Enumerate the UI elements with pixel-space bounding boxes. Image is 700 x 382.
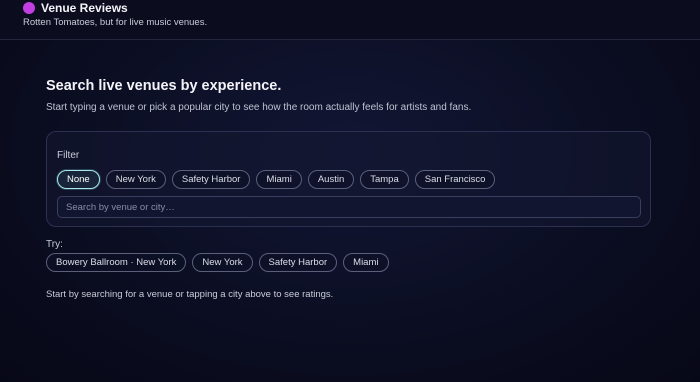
try-suggestions: Bowery Ballroom · New York New York Safe… (46, 253, 389, 272)
suggestion-chip-miami[interactable]: Miami (343, 253, 389, 272)
filter-chip-safety-harbor[interactable]: Safety Harbor (171, 170, 251, 189)
filter-chip-row: None New York Safety Harbor Miami Austin… (57, 170, 496, 189)
logo-icon (23, 2, 35, 14)
try-label: Try: (46, 239, 63, 250)
filter-chip-none[interactable]: None (57, 170, 100, 189)
filter-chip-new-york[interactable]: New York (105, 170, 166, 189)
filter-card: Filter None New York Safety Harbor Miami… (46, 131, 651, 227)
filter-label: Filter (57, 150, 80, 161)
filter-chip-austin[interactable]: Austin (307, 170, 355, 189)
search-input[interactable] (57, 196, 641, 218)
page-headline: Search live venues by experience. (46, 78, 282, 94)
filter-chip-miami[interactable]: Miami (256, 170, 302, 189)
app-tagline: Rotten Tomatoes, but for live music venu… (23, 17, 208, 28)
filter-chip-san-francisco[interactable]: San Francisco (414, 170, 496, 189)
page-subtext: Start typing a venue or pick a popular c… (46, 102, 472, 113)
suggestion-chip-bowery-ballroom[interactable]: Bowery Ballroom · New York (46, 253, 187, 272)
suggestion-chip-safety-harbor[interactable]: Safety Harbor (258, 253, 338, 272)
brand[interactable]: Venue Reviews (23, 1, 128, 15)
app-title: Venue Reviews (41, 1, 128, 15)
suggestion-chip-new-york[interactable]: New York (192, 253, 253, 272)
top-bar: Venue Reviews Rotten Tomatoes, but for l… (0, 0, 700, 40)
empty-state-hint: Start by searching for a venue or tappin… (46, 289, 334, 300)
filter-chip-tampa[interactable]: Tampa (360, 170, 409, 189)
